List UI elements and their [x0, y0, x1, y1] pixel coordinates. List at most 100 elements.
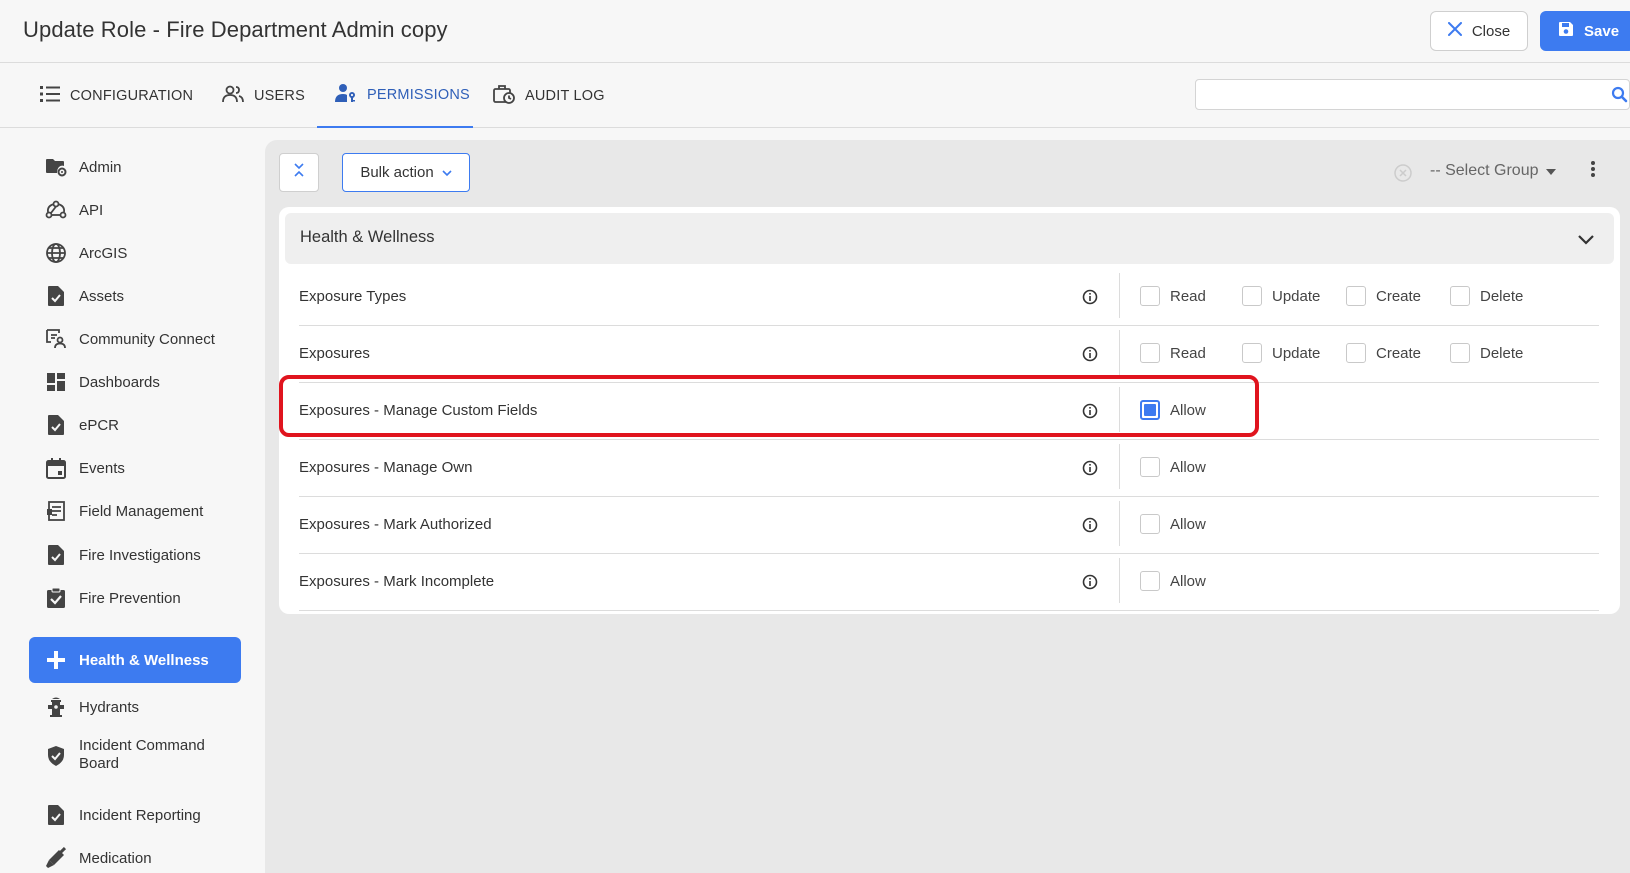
info-icon[interactable]	[1082, 574, 1098, 595]
tab-configuration-label: CONFIGURATION	[70, 87, 194, 104]
update-checkbox[interactable]	[1242, 343, 1262, 363]
floppy-icon	[1558, 21, 1574, 41]
clear-icon[interactable]	[1394, 164, 1412, 187]
sidebar-item-arcgis[interactable]: ArcGIS	[29, 242, 241, 264]
create-checkbox[interactable]	[1346, 286, 1366, 306]
create-checkbox[interactable]	[1346, 343, 1366, 363]
read-checkbox[interactable]	[1140, 286, 1160, 306]
close-label: Close	[1471, 22, 1511, 40]
sidebar-item-label: Incident Command Board	[79, 737, 205, 772]
document-check-icon	[45, 544, 67, 566]
permission-label: Exposures - Mark Incomplete	[299, 573, 495, 590]
delete-checkbox[interactable]	[1450, 286, 1470, 306]
search-icon[interactable]	[1611, 86, 1629, 109]
sidebar-item-api[interactable]: API	[29, 199, 241, 221]
save-button[interactable]: Save	[1540, 11, 1630, 51]
info-icon[interactable]	[1082, 517, 1098, 538]
read-checkbox[interactable]	[1140, 343, 1160, 363]
sidebar-item-admin[interactable]: Admin	[29, 156, 241, 178]
clipboard-check-icon	[45, 587, 67, 609]
sidebar-item-fire-prevention[interactable]: Fire Prevention	[29, 587, 241, 609]
permission-label: Exposures	[299, 345, 370, 362]
sidebar-item-dashboards[interactable]: Dashboards	[29, 371, 241, 393]
perm-create[interactable]: Create	[1346, 343, 1421, 363]
info-icon[interactable]	[1082, 460, 1098, 481]
perm-label: Create	[1376, 344, 1422, 362]
permission-label: Exposures - Mark Authorized	[299, 516, 492, 533]
document-check-icon	[45, 414, 67, 436]
sidebar: Admin API ArcGIS Assets Community Connec…	[0, 128, 265, 873]
perm-allow[interactable]: Allow	[1140, 571, 1206, 591]
group-header[interactable]: Health & Wellness	[285, 213, 1614, 264]
perm-update[interactable]: Update	[1242, 286, 1320, 306]
sidebar-item-assets[interactable]: Assets	[29, 285, 241, 307]
close-button[interactable]: Close	[1430, 11, 1528, 51]
perm-allow[interactable]: Allow	[1140, 457, 1206, 477]
tab-permissions[interactable]: PERMISSIONS	[317, 63, 473, 128]
sidebar-item-incident-command-board[interactable]: Incident Command Board	[29, 737, 241, 773]
sidebar-item-label: ePCR	[79, 416, 120, 434]
divider	[1119, 330, 1120, 375]
collapse-icon	[293, 162, 305, 183]
table-row: Exposures - Mark Authorized Allow	[299, 497, 1599, 554]
perm-create[interactable]: Create	[1346, 286, 1421, 306]
perm-read[interactable]: Read	[1140, 343, 1206, 363]
calendar-icon	[45, 457, 67, 479]
allow-checkbox[interactable]	[1140, 457, 1160, 477]
sidebar-item-field-management[interactable]: Field Management	[29, 500, 241, 522]
perm-label: Update	[1272, 287, 1321, 305]
sidebar-item-community-connect[interactable]: Community Connect	[29, 328, 241, 350]
list-icon	[40, 85, 60, 107]
collapse-all-button[interactable]	[279, 153, 319, 192]
tab-configuration[interactable]: CONFIGURATION	[40, 63, 193, 128]
sidebar-item-label: Medication	[79, 849, 152, 867]
info-icon[interactable]	[1082, 346, 1098, 367]
update-checkbox[interactable]	[1242, 286, 1262, 306]
perm-allow[interactable]: Allow	[1140, 514, 1206, 534]
form-icon	[45, 500, 67, 522]
allow-checkbox[interactable]	[1140, 571, 1160, 591]
perm-delete[interactable]: Delete	[1450, 286, 1523, 306]
sidebar-item-label: ArcGIS	[79, 244, 128, 262]
perm-label: Read	[1170, 344, 1206, 362]
save-label: Save	[1584, 22, 1620, 40]
tab-permissions-label: PERMISSIONS	[367, 86, 470, 103]
delete-checkbox[interactable]	[1450, 343, 1470, 363]
select-group-dropdown[interactable]: -- Select Group	[1430, 162, 1557, 180]
sidebar-item-incident-reporting[interactable]: Incident Reporting	[29, 804, 241, 826]
hydrant-icon	[45, 696, 67, 718]
bulk-action-button[interactable]: Bulk action	[342, 153, 470, 192]
permissions-panel: Bulk action -- Select Group Health & Wel…	[265, 140, 1630, 873]
permission-label: Exposures - Manage Own	[299, 459, 473, 476]
sidebar-item-label: Admin	[79, 158, 122, 176]
search-input[interactable]	[1195, 79, 1630, 110]
tab-users[interactable]: USERS	[222, 63, 305, 128]
perm-label: Allow	[1170, 572, 1206, 590]
chevron-down-icon[interactable]	[1578, 232, 1594, 250]
sidebar-item-medication[interactable]: Medication	[29, 847, 241, 869]
sidebar-item-hydrants[interactable]: Hydrants	[29, 696, 241, 718]
tab-bar: CONFIGURATION USERS PERMISSIONS AUDIT LO…	[0, 63, 1630, 128]
users-icon	[222, 85, 244, 107]
sidebar-item-label: Incident Reporting	[79, 806, 201, 824]
tab-audit-log[interactable]: AUDIT LOG	[493, 63, 605, 128]
sidebar-item-epcr[interactable]: ePCR	[29, 414, 241, 436]
syringe-icon	[45, 847, 67, 869]
allow-checkbox[interactable]	[1140, 514, 1160, 534]
perm-update[interactable]: Update	[1242, 343, 1320, 363]
select-group-value: -- Select Group	[1430, 162, 1539, 179]
sidebar-item-fire-investigations[interactable]: Fire Investigations	[29, 544, 241, 566]
info-icon[interactable]	[1082, 289, 1098, 310]
close-icon	[1447, 22, 1462, 40]
community-icon	[45, 328, 67, 350]
sidebar-item-label: Health & Wellness	[79, 651, 209, 669]
briefcase-clock-icon	[493, 84, 515, 108]
more-options-icon[interactable]	[1590, 160, 1596, 183]
document-check-icon	[45, 285, 67, 307]
perm-delete[interactable]: Delete	[1450, 343, 1523, 363]
shield-check-icon	[45, 745, 67, 767]
perm-read[interactable]: Read	[1140, 286, 1206, 306]
sidebar-item-health-wellness[interactable]: Health & Wellness	[29, 637, 241, 683]
sidebar-item-label: Assets	[79, 287, 125, 305]
sidebar-item-events[interactable]: Events	[29, 457, 241, 479]
